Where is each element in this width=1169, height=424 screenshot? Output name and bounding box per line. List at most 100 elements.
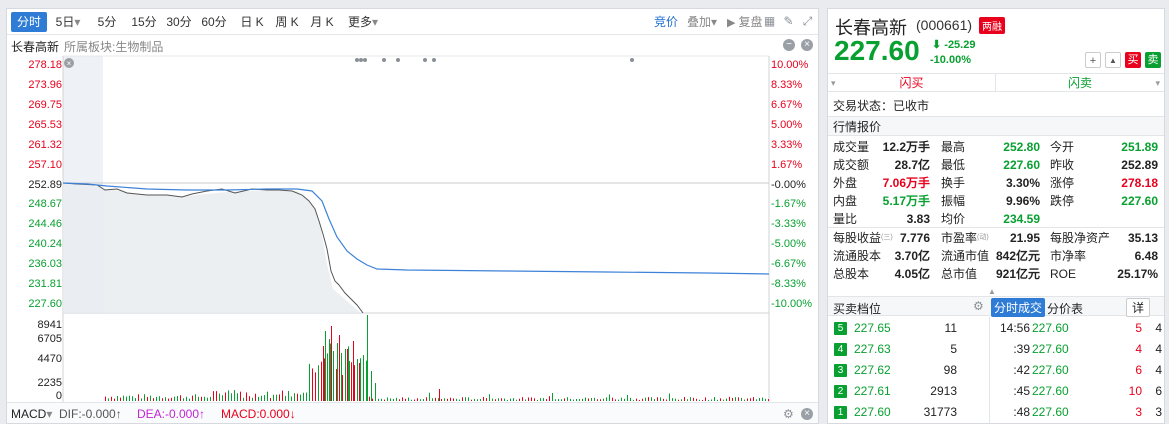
volume-bar — [609, 394, 610, 401]
volume-bar — [459, 399, 460, 401]
event-markers[interactable] — [355, 58, 634, 62]
orderbook-row[interactable]: 3 227.62 98 — [828, 360, 988, 381]
volume-bar — [564, 398, 565, 401]
volume-bar — [291, 396, 292, 401]
tab-price-table[interactable]: 分价表 — [1047, 300, 1083, 317]
trade-row: :39 227.60 4 4 — [990, 339, 1164, 360]
chart-panel: 分时 5日▾ 5分 15分 30分 60分 日 K 周 K 月 K 更多▾ 竞价… — [6, 8, 819, 424]
flash-buy-button[interactable]: ▾ 闪买 — [828, 73, 996, 92]
volume-bar — [642, 398, 643, 401]
close-icon[interactable]: × — [64, 58, 74, 68]
volume-bar — [315, 372, 316, 401]
volume-bar — [603, 398, 604, 401]
volume-bar — [594, 397, 595, 401]
volume-bar — [453, 398, 454, 401]
volume-bar — [306, 392, 307, 401]
volume-bar — [462, 397, 463, 401]
volume-bar — [255, 393, 256, 401]
volume-bar — [213, 391, 214, 401]
orderbook-title: 买卖档位 — [833, 302, 882, 316]
volume-bar — [561, 399, 562, 401]
volume-bar — [367, 315, 368, 401]
volume-bar — [444, 398, 445, 401]
volume-bar — [597, 399, 598, 401]
alert-button[interactable]: ▲ — [1105, 52, 1121, 68]
quote-label: 今开 — [1050, 140, 1075, 154]
trade-volume: 4 — [1135, 342, 1142, 356]
settings-icon[interactable]: ⚙ — [973, 299, 984, 313]
volume-bar — [507, 399, 508, 401]
quote-label: 外盘 — [833, 176, 858, 190]
volume-bar — [219, 393, 220, 401]
volume-bar — [663, 398, 664, 401]
down-arrow-icon: ⬇ — [932, 39, 942, 51]
volume-bar — [171, 397, 172, 401]
close-icon[interactable]: × — [801, 408, 813, 420]
volume-bar — [648, 397, 649, 401]
quote-value: 278.18 — [1121, 176, 1158, 190]
bid-volume: 5 — [950, 342, 957, 356]
fund-value: 4.05亿 — [894, 267, 930, 281]
settings-icon[interactable]: ⚙ — [783, 403, 794, 423]
volume-bar — [657, 397, 658, 401]
buy-button[interactable]: 买 — [1125, 52, 1141, 68]
detail-button[interactable]: 详 — [1126, 298, 1151, 317]
volume-bar — [105, 396, 106, 401]
expand-icon[interactable]: ▲ — [988, 287, 996, 296]
volume-bar — [606, 397, 607, 401]
volume-bar — [615, 399, 616, 401]
volume-bar — [756, 399, 757, 401]
volume-bar — [531, 397, 532, 401]
volume-bar — [702, 399, 703, 401]
volume-bar — [174, 396, 175, 401]
volume-bar — [192, 395, 193, 401]
volume-bar — [114, 398, 115, 401]
volume-bar — [183, 398, 184, 401]
volume-bar — [138, 394, 139, 401]
volume-bar — [411, 399, 412, 401]
add-watchlist-button[interactable]: + — [1085, 52, 1101, 68]
volume-bar — [327, 353, 328, 401]
volume-bar — [231, 393, 232, 401]
orderbook-row[interactable]: 2 227.61 2913 — [828, 381, 988, 402]
volume-bar — [329, 339, 330, 401]
trade-price: 227.60 — [1032, 384, 1069, 398]
price-change-pct: -10.00% — [930, 54, 971, 66]
volume-bar — [711, 399, 712, 401]
orderbook-row[interactable]: 5 227.65 11 — [828, 318, 988, 339]
orderbook-row[interactable]: 1 227.60 31773 — [828, 402, 988, 423]
fund-label: 总股本 — [833, 267, 870, 281]
volume-bar — [141, 398, 142, 401]
quote-value: 3.83 — [906, 212, 930, 226]
volume-bar — [435, 397, 436, 401]
volume-bar — [405, 398, 406, 401]
volume-bar — [480, 398, 481, 401]
volume-bar — [349, 361, 350, 401]
trade-row: :48 227.60 3 3 — [990, 402, 1164, 423]
volume-bar — [483, 397, 484, 401]
tab-time-trades[interactable]: 分时成交 — [991, 298, 1046, 317]
volume-bar — [294, 393, 295, 401]
volume-bar — [150, 395, 151, 401]
volume-bar — [627, 395, 628, 401]
price-area-fill — [63, 183, 361, 313]
volume-bar — [423, 399, 424, 401]
quote-value: 5.17万手 — [882, 194, 930, 208]
volume-bar — [438, 398, 439, 401]
flash-sell-button[interactable]: 闪卖 ▾ — [996, 73, 1164, 92]
volume-bar — [549, 396, 550, 401]
volume-bar — [732, 397, 733, 401]
sell-button[interactable]: 卖 — [1145, 52, 1161, 68]
quote-label: 跌停 — [1050, 194, 1075, 208]
volume-bar — [705, 397, 706, 401]
macd-selector[interactable]: MACD▾ — [11, 403, 52, 423]
volume-bar — [325, 331, 326, 401]
quote-value: 227.60 — [1003, 158, 1040, 172]
volume-bar — [333, 351, 334, 401]
volume-bar — [504, 398, 505, 401]
volume-bar — [636, 398, 637, 401]
level-badge: 5 — [834, 322, 847, 335]
orderbook-row[interactable]: 4 227.63 5 — [828, 339, 988, 360]
volume-bar — [492, 398, 493, 401]
volume-bar — [375, 397, 376, 401]
